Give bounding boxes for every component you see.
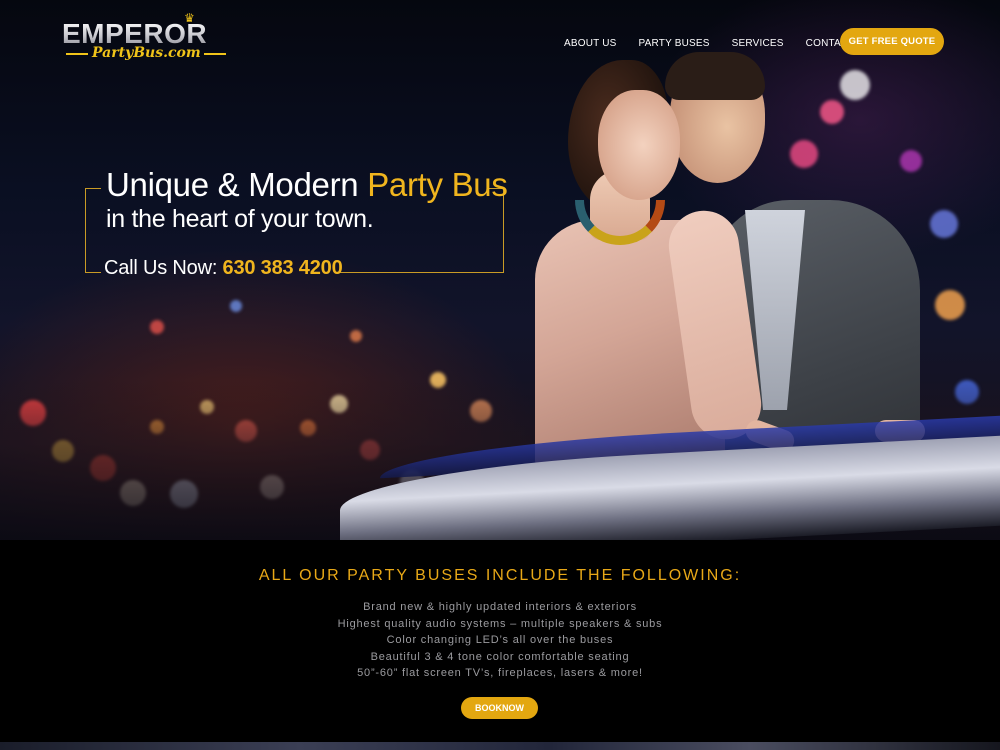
phone-number[interactable]: 630 383 4200 <box>223 257 343 279</box>
get-free-quote-button[interactable]: GET FREE QUOTE <box>840 28 944 55</box>
bokeh-light <box>150 320 164 334</box>
nav-about-us[interactable]: ABOUT US <box>564 38 617 49</box>
features-section: ALL OUR PARTY BUSES INCLUDE THE FOLLOWIN… <box>0 540 1000 742</box>
nav-party-buses[interactable]: PARTY BUSES <box>639 38 710 49</box>
frame-line <box>340 272 504 273</box>
hero-headline: Unique & Modern Party Bus <box>106 166 508 204</box>
feature-item: Beautiful 3 & 4 tone color comfortable s… <box>370 650 630 663</box>
crown-icon: ♛ <box>184 11 195 25</box>
frame-line <box>85 272 101 273</box>
feature-item: Color changing LED’s all over the buses <box>386 634 614 647</box>
frame-line <box>85 188 101 189</box>
feature-list: Brand new & highly updated interiors & e… <box>0 599 1000 682</box>
logo-divider <box>204 53 226 55</box>
nav-services[interactable]: SERVICES <box>732 38 784 49</box>
logo[interactable]: EMPEROR ♛ PartyBus.com <box>62 11 232 61</box>
call-us: Call Us Now: 630 383 4200 <box>104 257 343 280</box>
feature-item: Brand new & highly updated interiors & e… <box>363 601 637 613</box>
frame-line <box>85 188 86 273</box>
feature-item: Highest quality audio systems – multiple… <box>337 617 663 630</box>
bokeh-light <box>230 300 242 312</box>
feature-item: 50”-60” flat screen TV’s, fireplaces, la… <box>357 667 643 680</box>
logo-wordmark: EMPEROR <box>62 20 232 48</box>
call-label: Call Us Now: <box>104 257 223 279</box>
logo-divider <box>66 53 88 55</box>
book-now-button[interactable]: BOOKNOW <box>461 697 538 719</box>
next-section-preview <box>0 742 1000 750</box>
features-title: ALL OUR PARTY BUSES INCLUDE THE FOLLOWIN… <box>258 567 742 584</box>
woman-face <box>598 90 680 200</box>
man-hair <box>665 52 765 100</box>
hero-subhead: in the heart of your town. <box>106 205 374 233</box>
headline-accent: Party Bus <box>367 166 508 203</box>
headline-text: Unique & Modern <box>106 166 368 203</box>
bokeh-light <box>350 330 362 342</box>
couple-image <box>520 50 960 500</box>
logo-subtext: PartyBus.com <box>92 45 201 61</box>
